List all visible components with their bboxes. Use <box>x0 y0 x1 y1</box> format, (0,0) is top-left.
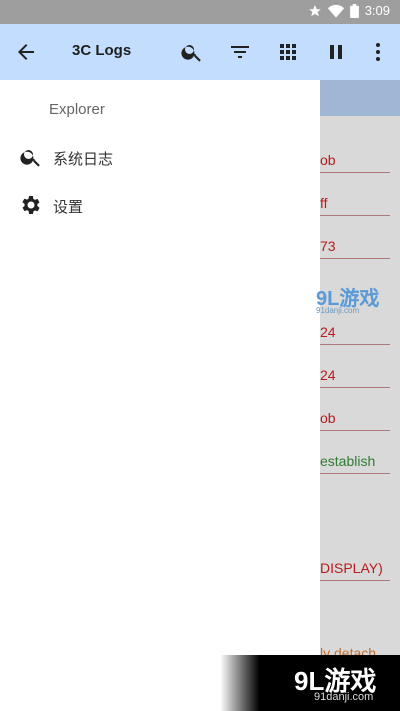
log-line-text: ff <box>320 195 328 211</box>
log-line-text: establish <box>320 453 376 469</box>
search-icon[interactable] <box>180 40 204 64</box>
pause-icon[interactable] <box>324 40 348 64</box>
star-icon <box>308 4 321 16</box>
log-line-text: 73 <box>320 238 336 254</box>
app-title: 3C Logs <box>72 42 132 59</box>
log-line-divider <box>320 172 390 173</box>
drawer-header: Explorer <box>49 101 105 118</box>
log-line-divider <box>320 344 390 345</box>
status-bar: 3:09 <box>0 0 400 24</box>
log-line-divider <box>320 387 390 388</box>
status-icons: 3:09 <box>308 3 390 18</box>
app-bar: 3C Logs <box>0 24 400 80</box>
watermark-site: 91danji.com <box>316 306 360 315</box>
watermark-banner: 9L游戏 91danji.com <box>220 655 400 711</box>
log-line-divider <box>320 258 390 259</box>
log-line-divider <box>320 215 390 216</box>
gear-icon <box>22 196 40 214</box>
back-arrow-icon[interactable] <box>14 40 38 64</box>
status-time: 3:09 <box>364 3 390 18</box>
log-line-text: ob <box>320 152 336 168</box>
log-list[interactable]: ob ff 73 24 24 ob establish DISPLAY) ly detach <box>320 80 400 711</box>
log-line-divider <box>320 430 390 431</box>
log-line-divider <box>320 473 390 474</box>
drawer-item-settings[interactable]: 设置 <box>0 181 320 229</box>
log-line-text: 24 <box>320 367 336 383</box>
drawer-item-system-log[interactable]: 系统日志 <box>0 133 320 181</box>
battery-icon <box>349 3 359 18</box>
watermark-site: 91danji.com <box>314 691 374 703</box>
filter-icon[interactable] <box>228 40 252 64</box>
log-list-header <box>320 80 400 116</box>
drawer-item-label: 系统日志 <box>53 151 114 168</box>
watermark-logo: 9L游戏 91danji.com <box>294 282 394 318</box>
more-vert-icon[interactable] <box>366 40 390 64</box>
wifi-icon <box>327 4 344 18</box>
search-icon <box>20 150 40 167</box>
navigation-drawer: Explorer 系统日志 设置 <box>0 80 320 711</box>
log-line-text: DISPLAY) <box>320 560 383 576</box>
drawer-item-label: 设置 <box>53 199 84 216</box>
grid-icon[interactable] <box>276 40 300 64</box>
log-line-text: ob <box>320 410 336 426</box>
log-line-text: 24 <box>320 324 336 340</box>
log-line-divider <box>320 580 390 581</box>
